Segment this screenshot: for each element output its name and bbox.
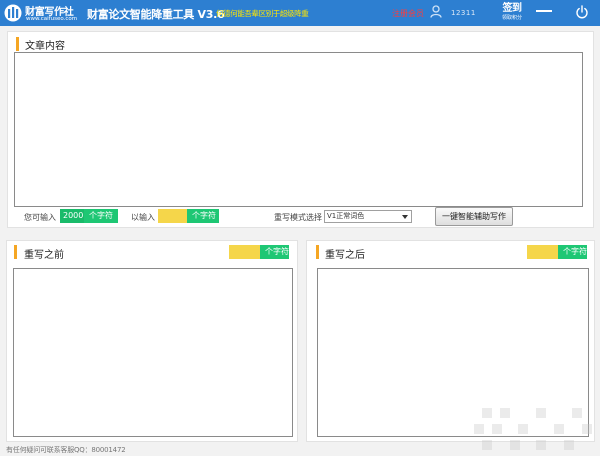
user-icon[interactable]	[430, 5, 442, 18]
power-icon[interactable]	[575, 5, 589, 19]
before-count-unit: 个字符	[260, 245, 289, 259]
logo-icon	[4, 4, 22, 22]
register-link[interactable]: 注册会员	[392, 8, 424, 19]
allowed-count-unit: 个字符	[84, 209, 118, 223]
after-count-value	[527, 245, 558, 259]
before-title: 重写之前	[24, 250, 64, 261]
section-accent	[316, 245, 319, 259]
signin-button[interactable]: 签到 领取积分	[498, 3, 526, 22]
logo-url: www.caifuseo.com	[26, 16, 78, 22]
watermark-mosaic	[474, 408, 592, 450]
entered-label: 以输入	[131, 213, 155, 222]
mode-select[interactable]: V1正常词色	[324, 210, 412, 223]
entered-count-unit: 个字符	[187, 209, 219, 223]
allowed-count-badge: 2000 个字符	[60, 209, 118, 223]
after-title: 重写之后	[325, 250, 365, 261]
app-title: 财富论文智能降重工具 V3.6	[87, 8, 225, 21]
entered-count-value	[158, 209, 187, 223]
minimize-icon[interactable]	[536, 10, 552, 12]
footer-contact: 有任何疑问可联系客服QQ：80001472	[6, 446, 126, 454]
logo: 财富写作社 www.caifuseo.com	[4, 2, 84, 24]
section-accent	[16, 37, 19, 51]
after-count-badge: 个字符	[527, 245, 587, 259]
chevron-down-icon	[402, 215, 408, 219]
before-count-badge: 个字符	[229, 245, 289, 259]
mode-select-value: V1正常词色	[327, 212, 365, 220]
user-id: 12311	[451, 9, 476, 17]
section-accent	[14, 245, 17, 259]
allowed-count-value: 2000	[60, 209, 84, 223]
promo-text[interactable]: 何德何能吾辈区别于超级降重	[216, 8, 309, 19]
before-count-value	[229, 245, 260, 259]
after-count-unit: 个字符	[558, 245, 587, 259]
allowed-label: 您可输入	[24, 213, 56, 222]
mode-label: 重写模式选择	[274, 213, 322, 222]
title-bar: 财富写作社 www.caifuseo.com 财富论文智能降重工具 V3.6 何…	[0, 0, 600, 26]
entered-count-badge: 个字符	[158, 209, 219, 223]
article-textarea[interactable]	[14, 52, 583, 207]
assist-write-button[interactable]: 一键智能辅助写作	[435, 207, 513, 226]
signin-label: 签到	[502, 3, 523, 14]
signin-subtitle: 领取积分	[501, 15, 522, 21]
article-title: 文章内容	[25, 41, 65, 52]
before-textarea[interactable]	[13, 268, 293, 437]
